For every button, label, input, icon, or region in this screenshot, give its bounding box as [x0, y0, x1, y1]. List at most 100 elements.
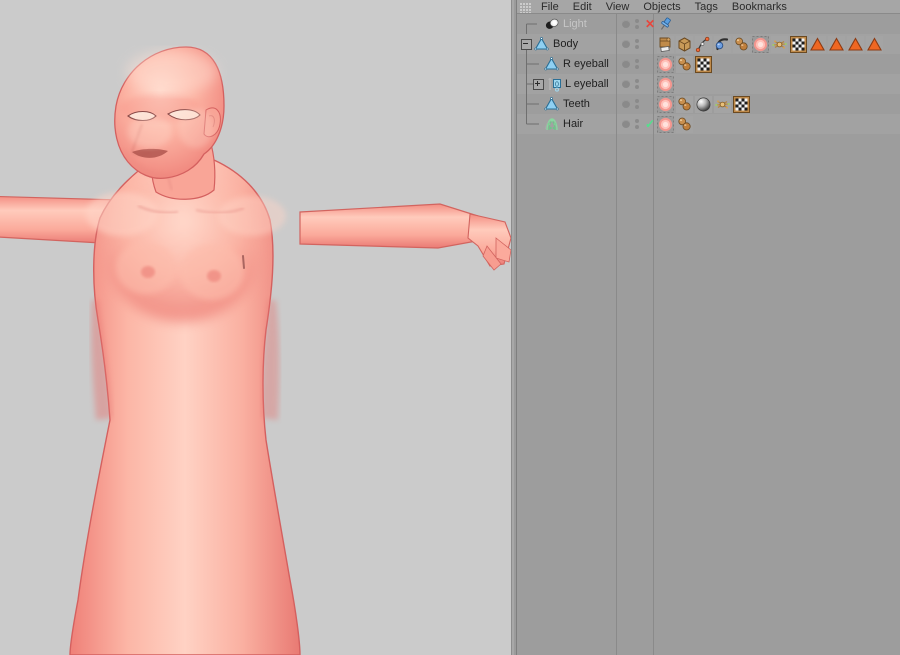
render-visibility-dot-icon[interactable] [635, 65, 639, 69]
menu-item-edit[interactable]: Edit [566, 1, 599, 13]
render-visibility-dot-icon[interactable] [635, 45, 639, 49]
render-visibility-dot-icon[interactable] [635, 105, 639, 109]
editor-visibility-dot-icon[interactable] [635, 19, 639, 23]
object-name-cell[interactable]: 0 L eyeball [517, 74, 616, 94]
sphere-material-tag-icon[interactable] [695, 95, 712, 113]
tag-row [654, 14, 900, 34]
ik-tag-icon[interactable] [714, 35, 731, 53]
editor-visibility-dot-icon[interactable] [635, 99, 639, 103]
render-visibility-dot-icon[interactable] [635, 85, 639, 89]
visibility-cell [617, 54, 639, 74]
vertexmap-tag-icon[interactable] [771, 35, 788, 53]
visibility-row [617, 74, 653, 94]
phong-tag-icon[interactable] [676, 115, 693, 133]
menu-item-tags[interactable]: Tags [688, 1, 725, 13]
visibility-toggle-dots[interactable] [635, 19, 639, 29]
texture-tag-icon[interactable] [657, 115, 674, 133]
uvw-tag-icon[interactable] [733, 95, 750, 113]
uvw-tag-icon[interactable] [695, 55, 712, 73]
object-name-cell[interactable]: Body [517, 34, 616, 54]
visibility-row [617, 54, 653, 74]
drag-grip-icon[interactable] [519, 2, 532, 13]
visibility-cell [617, 74, 639, 94]
object-name-cell[interactable]: Light [517, 14, 616, 34]
selection-tag-icon[interactable] [828, 35, 845, 53]
render-visibility-dot-icon[interactable] [635, 25, 639, 29]
display-box-tag-icon[interactable] [676, 35, 693, 53]
layer-dot-icon[interactable] [622, 80, 630, 88]
texture-tag-icon[interactable] [752, 35, 769, 53]
object-name-label: Hair [563, 118, 584, 130]
editor-visibility-dot-icon[interactable] [635, 39, 639, 43]
3d-viewport[interactable] [0, 0, 511, 655]
menu-item-bookmarks[interactable]: Bookmarks [725, 1, 794, 13]
visibility-toggle-dots[interactable] [635, 59, 639, 69]
object-tree-row[interactable]: 0 L eyeball [517, 74, 616, 94]
object-tree-row[interactable]: Light [517, 14, 616, 34]
render-visibility-dot-icon[interactable] [635, 125, 639, 129]
expand-icon[interactable] [533, 78, 544, 90]
visibility-toggle-dots[interactable] [635, 119, 639, 129]
tag-row [654, 74, 900, 94]
object-name-cell[interactable]: Teeth [517, 94, 616, 114]
selection-tag-icon[interactable] [809, 35, 826, 53]
object-manager-menubar: File Edit View Objects Tags Bookmarks [517, 0, 900, 14]
visibility-toggle-dots[interactable] [635, 39, 639, 49]
phong-tag-icon[interactable] [676, 55, 693, 73]
layer-dot-icon[interactable] [622, 120, 630, 128]
collapse-icon[interactable] [521, 38, 532, 50]
object-manager-panel: File Edit View Objects Tags Bookmarks Li… [517, 0, 900, 655]
object-name-cell[interactable]: Hair [517, 114, 616, 134]
uv-texture-tag-icon[interactable] [657, 35, 674, 53]
visibility-toggle-dots[interactable] [635, 79, 639, 89]
pin-tag-icon[interactable] [657, 16, 674, 33]
texture-tag-icon[interactable] [657, 95, 674, 113]
visibility-row: ✕ [617, 14, 655, 34]
object-name-label: Body [553, 38, 579, 50]
tag-row [654, 54, 900, 74]
spline-tag-icon[interactable] [695, 35, 712, 53]
hair-object-icon [544, 117, 560, 132]
selection-tag-icon[interactable] [866, 35, 883, 53]
layer-dot-icon[interactable] [622, 100, 630, 108]
texture-tag-icon[interactable] [657, 75, 674, 93]
object-name-cell[interactable]: R eyeball [517, 54, 616, 74]
object-tree-row[interactable]: Hair [517, 114, 616, 134]
vertexmap-tag-icon[interactable] [714, 95, 731, 113]
texture-tag-icon[interactable] [657, 55, 674, 73]
svg-text:0: 0 [555, 81, 559, 88]
visibility-row [617, 34, 653, 54]
layer-dot-icon[interactable] [622, 20, 630, 28]
menu-item-file[interactable]: File [534, 1, 566, 13]
tag-cell [654, 94, 750, 114]
object-name-label: L eyeball [565, 78, 609, 90]
editor-visibility-dot-icon[interactable] [635, 79, 639, 83]
tag-column [654, 14, 900, 655]
phong-tag-icon[interactable] [733, 35, 750, 53]
object-name-label: R eyeball [563, 58, 609, 70]
rendered-figure [0, 0, 511, 655]
tag-row [654, 114, 900, 134]
object-tree-row[interactable]: Body [517, 34, 616, 54]
tag-row [654, 94, 900, 114]
tag-cell [654, 14, 674, 34]
object-tree-row[interactable]: R eyeball [517, 54, 616, 74]
tag-cell [654, 114, 693, 134]
polygon-object-icon [534, 36, 550, 52]
object-manager-body: Light Body R eyeball 0 L eyeball Teeth Hair ✕ ✓ [517, 14, 900, 655]
uvw-tag-icon[interactable] [790, 35, 807, 53]
visibility-toggle-dots[interactable] [635, 99, 639, 109]
object-tree-row[interactable]: Teeth [517, 94, 616, 114]
layer-dot-icon[interactable] [622, 40, 630, 48]
editor-visibility-dot-icon[interactable] [635, 59, 639, 63]
layer-dot-icon[interactable] [622, 60, 630, 68]
tag-cell [654, 74, 674, 94]
selection-tag-icon[interactable] [847, 35, 864, 53]
visibility-row: ✓ [617, 114, 655, 134]
menu-item-view[interactable]: View [599, 1, 637, 13]
tag-row [654, 34, 900, 54]
light-object-icon [544, 17, 560, 32]
phong-tag-icon[interactable] [676, 95, 693, 113]
editor-visibility-dot-icon[interactable] [635, 119, 639, 123]
menu-item-objects[interactable]: Objects [636, 1, 687, 13]
